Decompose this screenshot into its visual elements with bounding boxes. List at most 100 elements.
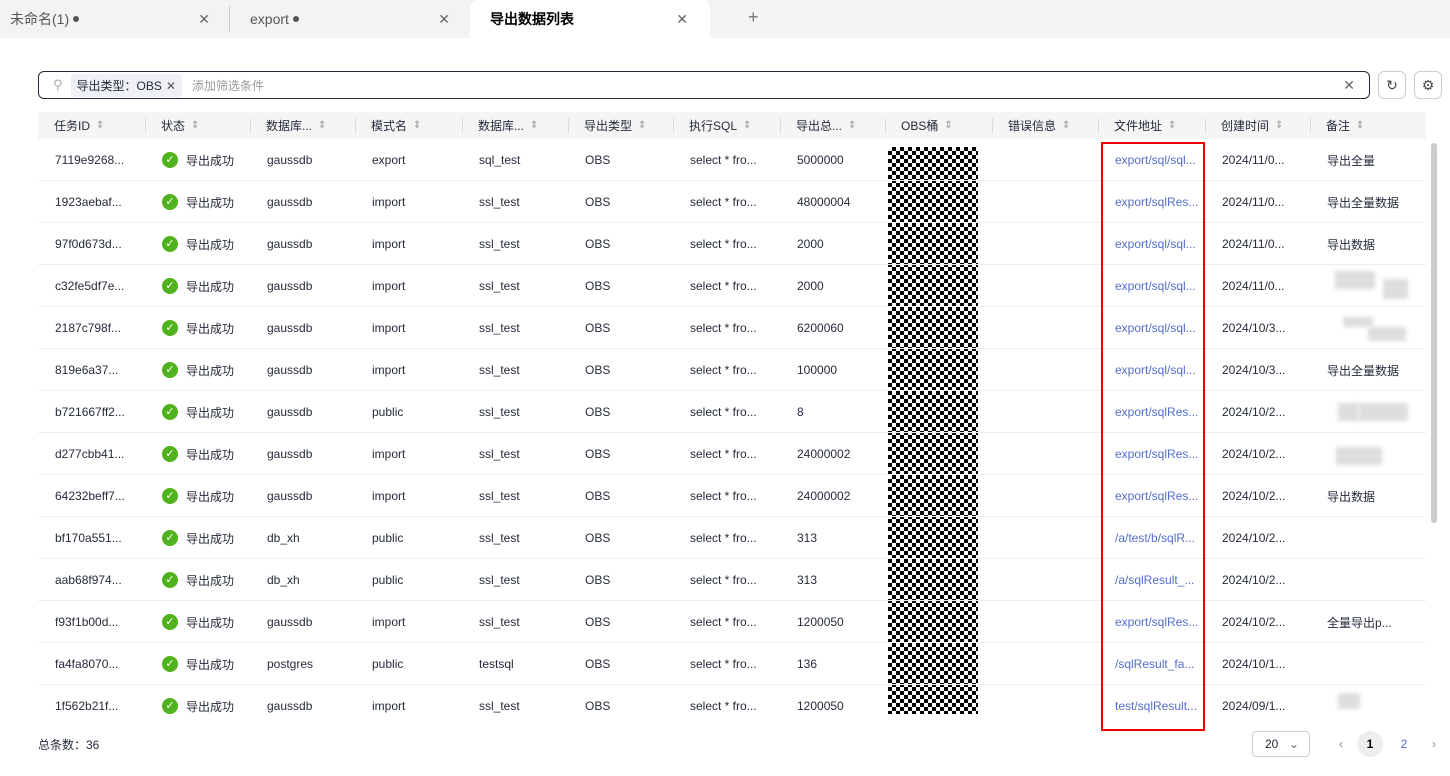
tab-export[interactable]: export ✕	[250, 0, 450, 38]
column-header[interactable]: 错误信息 ⇕	[992, 112, 1098, 139]
schema-cell: import	[355, 601, 462, 643]
export-type-cell: OBS	[568, 517, 673, 559]
refresh-button[interactable]: ↻	[1378, 71, 1406, 99]
tab-untitled[interactable]: 未命名(1) ✕	[10, 0, 210, 38]
sort-icon[interactable]: ⇕	[530, 120, 538, 131]
cell-text: OBS	[585, 321, 611, 335]
column-header[interactable]: 文件地址 ⇕	[1098, 112, 1205, 139]
database-name-cell: ssl_test	[462, 307, 568, 349]
column-header[interactable]: 执行SQL ⇕	[673, 112, 780, 139]
cell-text: 819e6a37...	[55, 363, 119, 377]
column-header[interactable]: 数据库... ⇕	[462, 112, 568, 139]
clear-icon[interactable]: ✕	[1343, 77, 1355, 94]
filter-chip[interactable]: 导出类型：OBS ✕	[70, 73, 182, 97]
column-label: 模式名	[371, 119, 408, 133]
check-circle-icon: ✓	[162, 488, 178, 504]
sort-icon[interactable]: ⇕	[1062, 120, 1070, 131]
cell-text: select * fro...	[690, 363, 757, 377]
next-page-icon[interactable]: ›	[1421, 731, 1447, 757]
database-cell: gaussdb	[250, 223, 355, 265]
filter-search-bar[interactable]: ⚲ 导出类型：OBS ✕ 添加筛选条件 ✕	[38, 71, 1370, 99]
status-cell: ✓ 导出成功	[145, 559, 250, 601]
table-row[interactable]: 2187c798f... ✓ 导出成功 gaussdb import ssl_test OB…	[38, 307, 1426, 349]
sort-icon[interactable]: ⇕	[743, 120, 751, 131]
scrollbar[interactable]	[1431, 143, 1437, 523]
prev-page-icon[interactable]: ‹	[1328, 731, 1354, 757]
cell-text: gaussdb	[267, 699, 313, 713]
sort-icon[interactable]: ⇕	[413, 120, 421, 131]
column-header[interactable]: 状态 ⇕	[145, 112, 250, 139]
table-row[interactable]: 1923aebaf... ✓ 导出成功 gaussdb import ssl_test OB…	[38, 181, 1426, 223]
add-tab-icon[interactable]: +	[748, 7, 759, 28]
table-row[interactable]: b721667ff2... ✓ 导出成功 gaussdb public ssl_test O…	[38, 391, 1426, 433]
table-row[interactable]: 97f0d673d... ✓ 导出成功 gaussdb import ssl_test OB…	[38, 223, 1426, 265]
table-row[interactable]: f93f1b00d... ✓ 导出成功 gaussdb import ssl_test OB…	[38, 601, 1426, 643]
schema-cell: import	[355, 349, 462, 391]
close-icon[interactable]: ✕	[166, 79, 176, 93]
close-icon[interactable]: ✕	[676, 11, 688, 28]
column-header[interactable]: 导出总... ⇕	[780, 112, 885, 139]
column-header[interactable]: OBS桶 ⇕	[885, 112, 992, 139]
sort-icon[interactable]: ⇕	[1356, 120, 1364, 131]
cell-text: 2024/10/2...	[1222, 405, 1286, 419]
close-icon[interactable]: ✕	[198, 11, 210, 28]
close-icon[interactable]: ✕	[438, 11, 450, 28]
check-circle-icon: ✓	[162, 572, 178, 588]
export-total-cell: 1200050	[780, 601, 885, 643]
search-icon: ⚲	[53, 77, 63, 92]
divider	[229, 6, 230, 32]
column-label: 任务ID	[54, 119, 91, 133]
table-row[interactable]: bf170a551... ✓ 导出成功 db_xh public ssl_test OBS s…	[38, 517, 1426, 559]
column-header[interactable]: 导出类型 ⇕	[568, 112, 673, 139]
status-cell: ✓ 导出成功	[145, 517, 250, 559]
status-cell: ✓ 导出成功	[145, 475, 250, 517]
status-text: 导出成功	[186, 699, 235, 714]
table-row[interactable]: d277cbb41... ✓ 导出成功 gaussdb import ssl_test OB…	[38, 433, 1426, 475]
table-row[interactable]: aab68f974... ✓ 导出成功 db_xh public ssl_test OBS s…	[38, 559, 1426, 601]
table-row[interactable]: 64232beff7... ✓ 导出成功 gaussdb import ssl_test O…	[38, 475, 1426, 517]
page-size-select[interactable]: 20 ⌄	[1252, 731, 1310, 757]
table-row[interactable]: 1f562b21f... ✓ 导出成功 gaussdb import ssl_test OB…	[38, 685, 1426, 714]
sort-icon[interactable]: ⇕	[638, 120, 646, 131]
created-time-cell: 2024/10/2...	[1205, 391, 1310, 433]
sort-icon[interactable]: ⇕	[191, 120, 199, 131]
column-header[interactable]: 数据库... ⇕	[250, 112, 355, 139]
database-cell: db_xh	[250, 517, 355, 559]
column-header[interactable]: 创建时间 ⇕	[1205, 112, 1310, 139]
status-cell: ✓ 导出成功	[145, 391, 250, 433]
column-header[interactable]: 任务ID ⇕	[38, 112, 145, 139]
page-2[interactable]: 2	[1391, 731, 1417, 757]
table-row[interactable]: 819e6a37... ✓ 导出成功 gaussdb import ssl_test OBS…	[38, 349, 1426, 391]
cell-text: ssl_test	[479, 699, 520, 713]
sort-icon[interactable]: ⇕	[318, 120, 326, 131]
cell-text: ssl_test	[479, 573, 520, 587]
cell-text: 导出数据	[1327, 489, 1376, 504]
filter-input[interactable]: 添加筛选条件	[192, 77, 264, 94]
export-type-cell: OBS	[568, 349, 673, 391]
cell-text: 2024/11/0...	[1222, 153, 1285, 167]
sort-icon[interactable]: ⇕	[1275, 120, 1283, 131]
table-row[interactable]: c32fe5df7e... ✓ 导出成功 gaussdb import ssl_test O…	[38, 265, 1426, 307]
cell-text: import	[372, 237, 406, 251]
sort-icon[interactable]: ⇕	[944, 120, 952, 131]
database-name-cell: ssl_test	[462, 517, 568, 559]
column-header[interactable]: 模式名 ⇕	[355, 112, 462, 139]
sort-icon[interactable]: ⇕	[96, 120, 104, 131]
tab-export-list[interactable]: 导出数据列表 ✕	[470, 0, 710, 38]
cell-text: OBS	[585, 195, 611, 209]
sort-icon[interactable]: ⇕	[848, 120, 856, 131]
sort-icon[interactable]: ⇕	[1168, 120, 1176, 131]
cell-text: 48000004	[797, 195, 851, 209]
table-row[interactable]: 7119e9268... ✓ 导出成功 gaussdb export sql_test OB…	[38, 139, 1426, 181]
redacted-remark	[1338, 403, 1358, 421]
cell-text: ssl_test	[479, 363, 520, 377]
column-header[interactable]: 备注 ⇕	[1310, 112, 1426, 139]
export-total-cell: 2000	[780, 223, 885, 265]
task-id-cell: f93f1b00d...	[38, 601, 145, 643]
table-row[interactable]: fa4fa8070... ✓ 导出成功 postgres public testsql OB…	[38, 643, 1426, 685]
column-label: 导出总...	[796, 119, 843, 133]
settings-button[interactable]: ⚙	[1414, 71, 1442, 99]
sql-cell: select * fro...	[673, 685, 780, 714]
page-1[interactable]: 1	[1357, 731, 1383, 757]
export-total-cell: 24000002	[780, 475, 885, 517]
